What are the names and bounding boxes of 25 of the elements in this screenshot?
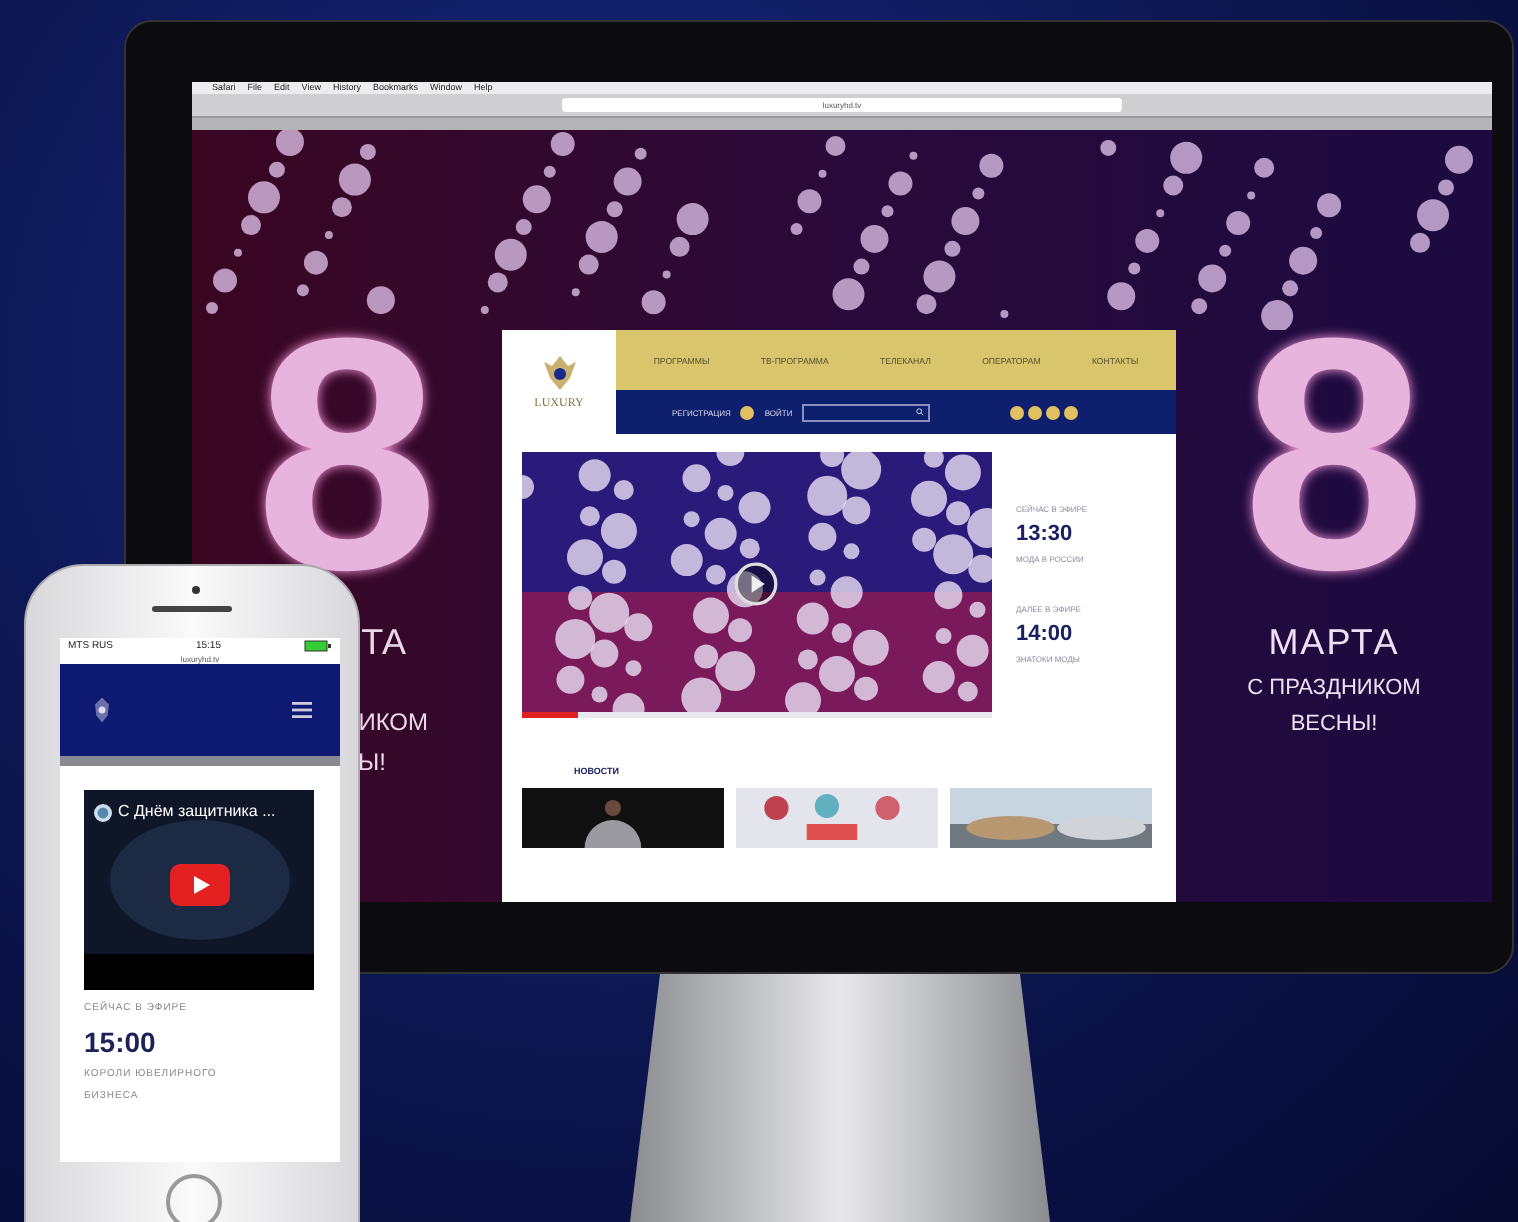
schedule-time: 14:00: [1016, 622, 1075, 646]
schedule-time: 15:00: [84, 1026, 158, 1058]
search-icon: [916, 408, 925, 416]
home-button[interactable]: [166, 1174, 222, 1222]
video-title: С Днём защитника ...: [118, 802, 276, 820]
banner-text: ИКОМ: [358, 708, 428, 736]
menu-icon[interactable]: [292, 702, 312, 718]
numeral: 8: [255, 320, 439, 590]
play-button-icon[interactable]: [170, 864, 230, 906]
user-icon: [740, 405, 755, 419]
crest-icon: [539, 354, 579, 394]
search-field[interactable]: [802, 403, 931, 421]
banner-text: ТА: [361, 622, 406, 664]
banner-text: Ы!: [358, 748, 386, 776]
banner-text: ВЕСНЫ!: [1290, 712, 1378, 736]
camera-icon: [192, 586, 200, 594]
banner-title: МАРТА: [1268, 622, 1400, 664]
progress-bar[interactable]: [522, 712, 992, 718]
numeral: 8: [1242, 320, 1426, 590]
play-icon[interactable]: [734, 562, 778, 606]
speaker-icon: [152, 606, 232, 612]
banner-text: С ПРАЗДНИКОМ: [1247, 676, 1421, 700]
schedule-time: 13:30: [1016, 522, 1075, 546]
battery-icon: [303, 640, 332, 652]
channel-icon: [94, 804, 112, 822]
